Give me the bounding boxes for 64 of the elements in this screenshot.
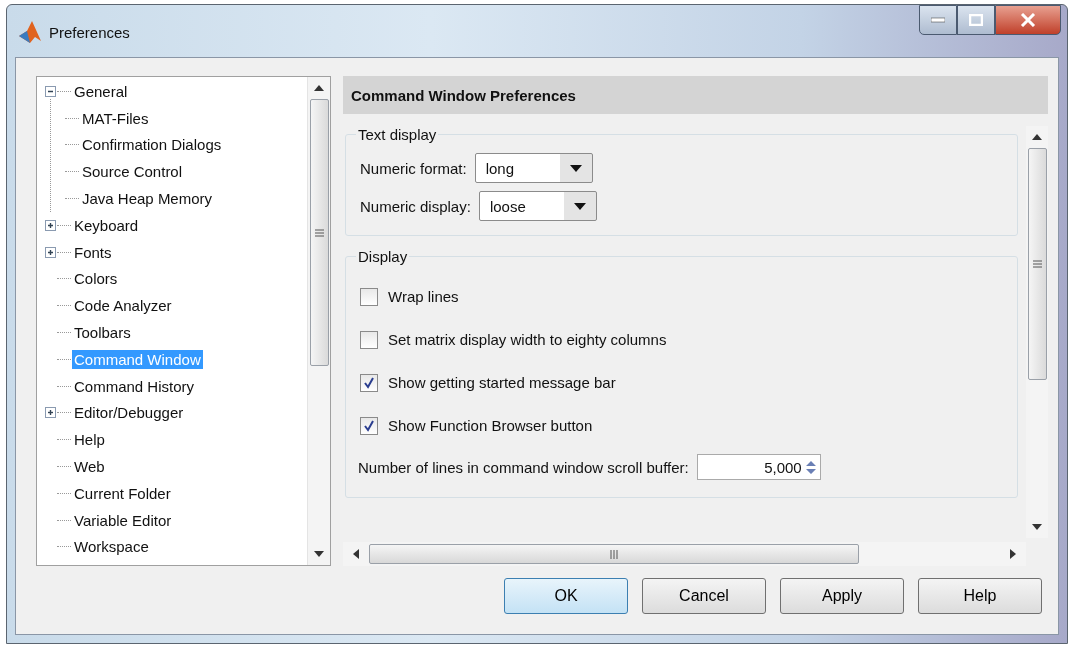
expander-icon[interactable] [45, 219, 57, 231]
tree-item[interactable]: Fonts [72, 242, 114, 262]
tree-item[interactable]: General [72, 81, 130, 101]
tree-item[interactable]: Variable Editor [72, 510, 174, 530]
dropdown-arrow-icon [573, 202, 586, 210]
checkbox-label: Show getting started message bar [388, 374, 616, 391]
field-label: Numeric format: [360, 159, 467, 177]
group-title: Display [357, 248, 409, 265]
dialog-button[interactable]: Apply [780, 578, 904, 614]
tree-item[interactable]: Code Analyzer [72, 296, 174, 316]
dialog-button[interactable]: Cancel [642, 578, 766, 614]
checkbox[interactable] [360, 416, 378, 435]
tree-item[interactable]: Keyboard [72, 215, 141, 235]
field-label: Numeric display: [360, 197, 471, 215]
dropdown-arrow-icon [569, 164, 582, 172]
expander-icon[interactable] [45, 246, 57, 258]
scroll-down-icon[interactable] [1032, 524, 1042, 530]
scroll-up-icon[interactable] [314, 85, 324, 91]
scroll-left-icon[interactable] [353, 549, 359, 559]
horizontal-scrollbar[interactable] [343, 542, 1026, 566]
checkbox-label: Set matrix display width to eighty columns [388, 331, 667, 348]
scroll-up-icon[interactable] [1032, 134, 1042, 140]
tree-item[interactable]: Colors [72, 269, 120, 289]
dropdown[interactable]: long [474, 153, 593, 183]
tree-item[interactable]: Web [72, 457, 107, 477]
tree-item[interactable]: Confirmation Dialogs [80, 135, 224, 155]
expander-icon[interactable] [45, 85, 57, 97]
tree-item[interactable]: Toolbars [72, 323, 133, 343]
scroll-down-icon[interactable] [314, 551, 324, 557]
panel-header: Command Window Preferences [343, 76, 1048, 114]
checkbox-label: Wrap lines [388, 288, 459, 305]
close-icon [1020, 13, 1036, 27]
tree-item[interactable]: Workspace [72, 537, 151, 557]
tree-item[interactable]: Java Heap Memory [80, 189, 215, 209]
dialog-button[interactable]: OK [504, 578, 628, 614]
minimize-button[interactable] [919, 5, 957, 35]
group-title: Text display [357, 126, 438, 143]
dropdown[interactable]: loose [478, 191, 597, 221]
expander-icon[interactable] [45, 407, 57, 419]
tree-item[interactable]: Command History [72, 376, 197, 396]
tree-item[interactable]: Source Control [80, 162, 185, 182]
maximize-icon [969, 14, 983, 26]
checkbox[interactable] [360, 330, 378, 349]
tree-item[interactable]: Current Folder [72, 483, 173, 503]
checkbox-label: Show Function Browser button [388, 417, 593, 434]
window-title: Preferences [49, 24, 130, 41]
tree-item[interactable]: Help [72, 430, 107, 450]
grip-icon [314, 228, 324, 237]
vertical-scrollbar[interactable] [307, 77, 330, 565]
number-field[interactable]: 5,000 [696, 454, 821, 480]
tree-item[interactable]: MAT-Files [80, 108, 151, 128]
tree-item[interactable]: Editor/Debugger [72, 403, 186, 423]
checkbox[interactable] [360, 287, 378, 306]
grip-icon [610, 549, 618, 559]
checkbox[interactable] [360, 373, 378, 392]
scroll-right-icon[interactable] [1010, 549, 1016, 559]
grip-icon [1032, 260, 1042, 268]
minimize-icon [931, 17, 945, 23]
field-label: Number of lines in command window scroll buffer: [358, 458, 689, 476]
close-button[interactable] [995, 5, 1061, 35]
dialog-button[interactable]: Help [918, 578, 1042, 614]
peak-logo-icon [17, 19, 43, 45]
vertical-scrollbar[interactable] [1026, 126, 1048, 538]
maximize-button[interactable] [957, 5, 995, 35]
